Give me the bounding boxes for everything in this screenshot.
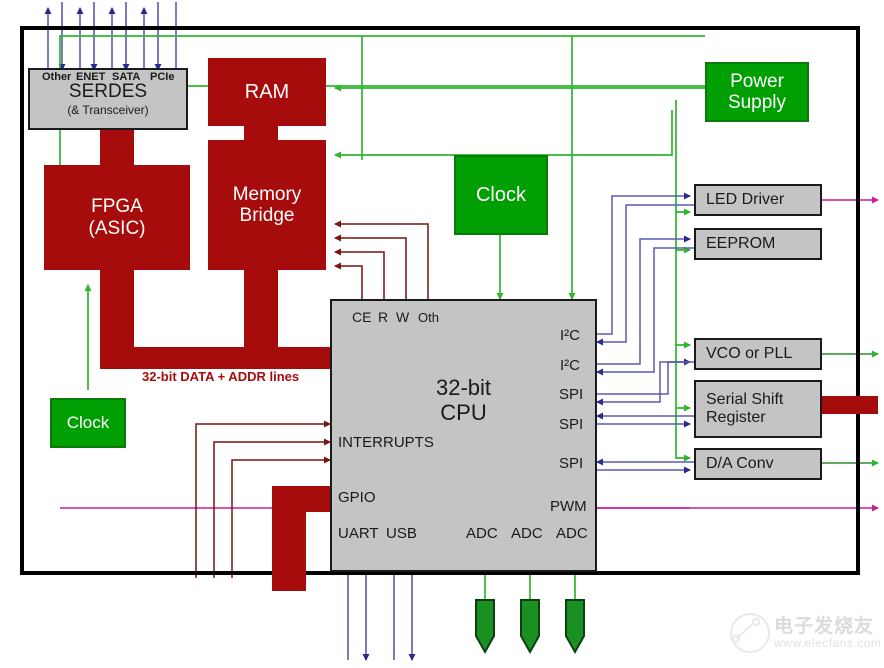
- cpu-pin-r: R: [378, 309, 389, 325]
- cpu-pin-ce: CE: [352, 309, 372, 325]
- cpu-pin-gpio: GPIO: [338, 489, 376, 506]
- block-clock-left-label: Clock: [66, 413, 110, 433]
- block-fpga-label: FPGA (ASIC): [88, 196, 146, 239]
- cpu-pin-uart: UART: [338, 525, 379, 542]
- block-vco-pll-label: VCO or PLL: [706, 345, 793, 363]
- block-serdes-label: SERDES: [68, 80, 148, 102]
- cpu-pin-i2c-2: I²C: [560, 357, 580, 374]
- block-eeprom-label: EEPROM: [706, 235, 776, 253]
- bus-segment-fpga-down: [100, 265, 134, 355]
- serdes-port-pcie: PCIe: [150, 71, 175, 83]
- bus-label: 32-bit DATA + ADDR lines: [142, 369, 300, 384]
- block-eeprom[interactable]: EEPROM: [694, 228, 822, 260]
- block-da-conv[interactable]: D/A Conv: [694, 448, 822, 480]
- cpu-pin-spi-3: SPI: [559, 455, 584, 472]
- block-vco-pll[interactable]: VCO or PLL: [694, 338, 822, 370]
- cpu-pin-interrupts: INTERRUPTS: [338, 434, 434, 451]
- block-memory-bridge[interactable]: Memory Bridge: [208, 140, 326, 270]
- serdes-port-other: Other: [42, 71, 72, 83]
- cpu-pin-usb: USB: [386, 525, 417, 542]
- cpu-pin-adc-1: ADC: [466, 525, 498, 542]
- block-ram[interactable]: RAM: [208, 58, 326, 126]
- block-fpga[interactable]: FPGA (ASIC): [44, 165, 190, 270]
- block-clock-mid-label: Clock: [475, 183, 526, 206]
- serdes-port-enet: ENET: [76, 71, 106, 83]
- block-power-supply[interactable]: Power Supply: [705, 62, 809, 122]
- block-power-supply-label: Power Supply: [727, 70, 787, 113]
- cpu-pin-i2c-1: I²C: [560, 327, 580, 344]
- block-ram-label: RAM: [244, 80, 290, 103]
- cpu-pin-adc-2: ADC: [511, 525, 543, 542]
- bus-segment-gpio-arm: [272, 486, 334, 512]
- block-led-driver-label: LED Driver: [706, 191, 785, 209]
- block-serdes-sublabel: (& Transceiver): [67, 102, 149, 117]
- cpu-pin-adc-3: ADC: [556, 525, 588, 542]
- block-da-conv-label: D/A Conv: [706, 455, 774, 473]
- cpu-pin-oth: Oth: [418, 310, 439, 325]
- cpu-pin-spi-1: SPI: [559, 386, 584, 403]
- bus-segment-bridge-down: [244, 265, 278, 355]
- block-led-driver[interactable]: LED Driver: [694, 184, 822, 216]
- serdes-port-sata: SATA: [112, 71, 141, 83]
- cpu-pin-w: W: [396, 309, 410, 325]
- block-memory-bridge-label: Memory Bridge: [232, 183, 302, 226]
- block-serial-shift-register[interactable]: Serial Shift Register: [694, 380, 822, 438]
- block-clock-left[interactable]: Clock: [50, 398, 126, 448]
- block-clock-mid[interactable]: Clock: [454, 155, 548, 235]
- bus-segment-fpga-stub: [100, 130, 134, 170]
- block-cpu-label: 32-bit CPU: [435, 374, 492, 425]
- cpu-pin-spi-2: SPI: [559, 416, 584, 433]
- block-serial-shift-register-label: Serial Shift Register: [706, 391, 784, 426]
- cpu-pin-pwm: PWM: [550, 498, 587, 515]
- block-diagram-canvas: SERDES (& Transceiver) RAM Memory Bridge…: [0, 0, 884, 667]
